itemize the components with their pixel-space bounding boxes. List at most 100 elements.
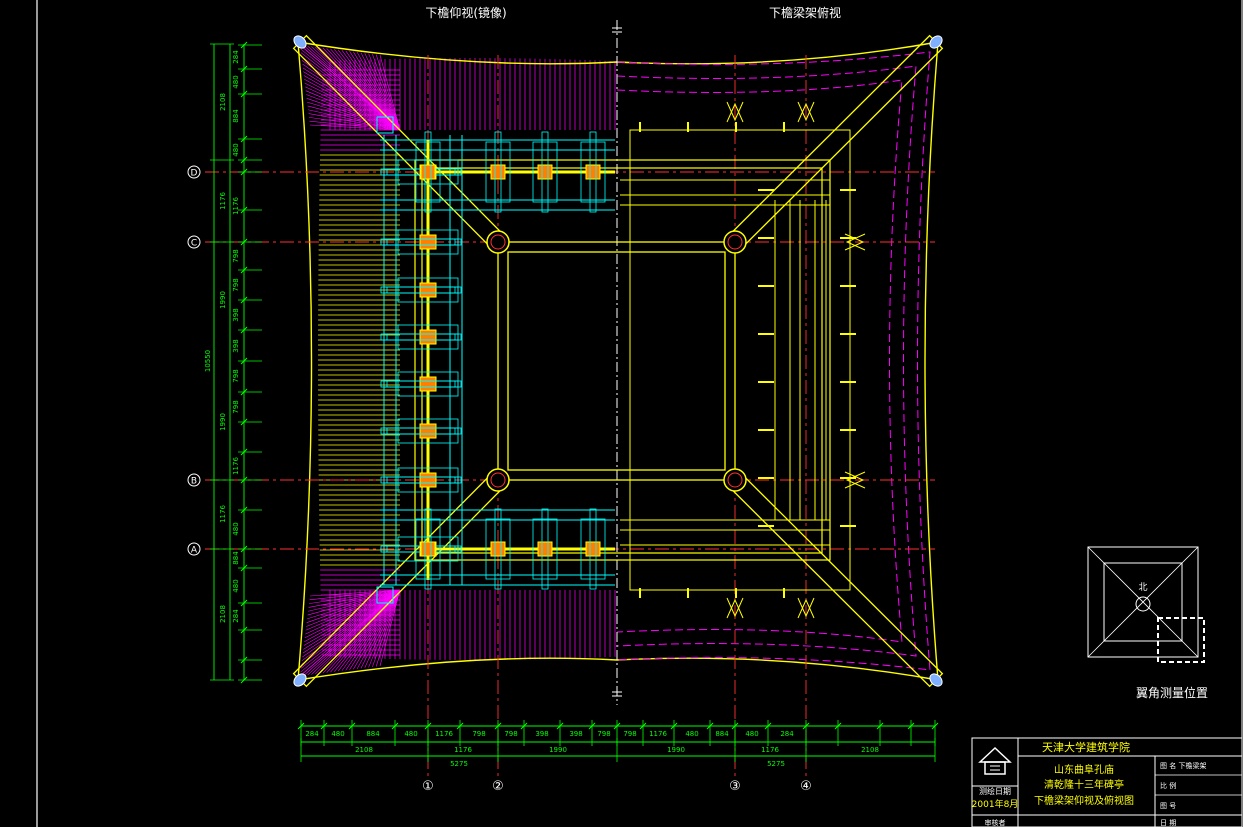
- dim-label: 480: [331, 730, 344, 738]
- grid-label-row: B: [191, 477, 197, 487]
- dim-label: 284: [232, 50, 240, 64]
- grid-label-row: D: [191, 169, 198, 179]
- tb-row-2: 比 例: [1160, 781, 1176, 790]
- grid-label-col: ②: [492, 779, 504, 794]
- dim-label: 1176: [649, 730, 667, 738]
- dim-label: 2108: [219, 605, 227, 623]
- dimension-layer: 2844808844801176798798398398798798117648…: [204, 41, 939, 768]
- dim-label: 2108: [861, 746, 879, 754]
- keyplan-north-mark: 北: [1138, 582, 1147, 593]
- bracket-block: [585, 164, 601, 180]
- dim-label: 398: [232, 308, 240, 321]
- dim-label: 798: [623, 730, 636, 738]
- title-block: 天津大学建筑学院 山东曲阜孔庙 清乾隆十三年碑亭 下檐梁架仰视及俯视图 测绘日期…: [971, 737, 1243, 827]
- sheet-title: 下檐梁架仰视及俯视图: [1034, 794, 1134, 807]
- dim-label: 1990: [219, 291, 227, 309]
- dim-label: 2108: [219, 93, 227, 111]
- dim-label: 480: [232, 522, 240, 535]
- dim-label: 1176: [761, 746, 779, 754]
- bracket-block: [419, 329, 437, 345]
- dim-label: 798: [232, 369, 240, 382]
- keyplan-north-circle: [1135, 596, 1151, 612]
- tb-bottom-label: 审核者: [985, 818, 1006, 827]
- dim-label-total: 5275: [767, 760, 785, 768]
- dim-label: 798: [232, 249, 240, 262]
- key-plan: 北 翼角测量位置: [1087, 546, 1208, 700]
- dim-label: 1176: [219, 192, 227, 210]
- dim-label: 480: [745, 730, 758, 738]
- bracket-block: [419, 423, 437, 439]
- outer-beam-frame: [421, 167, 823, 554]
- column: [486, 230, 510, 254]
- dim-label: 1176: [232, 197, 240, 215]
- dim-label: 398: [232, 339, 240, 352]
- hip-rafter: [292, 34, 506, 250]
- dim-label: 1176: [454, 746, 472, 754]
- dim-label: 480: [685, 730, 698, 738]
- dim-label: 480: [232, 143, 240, 156]
- dim-label: 798: [504, 730, 517, 738]
- eave-outline-top: [297, 41, 939, 65]
- bracket-arm: [380, 380, 456, 388]
- dim-label: 1990: [549, 746, 567, 754]
- tb-row-1: 图 名 下檐梁架: [1160, 761, 1206, 770]
- eave-dashed-outline: [616, 79, 903, 643]
- project-line-1: 山东曲阜孔庙: [1054, 763, 1114, 776]
- grid-label-col: ①: [422, 779, 434, 794]
- dim-label: 798: [232, 278, 240, 291]
- bracket-block: [419, 282, 437, 298]
- dim-label: 2108: [355, 746, 373, 754]
- column: [486, 468, 510, 492]
- bracket-block: [490, 541, 506, 557]
- bracket-block: [420, 164, 436, 180]
- view-title-left: 下檐仰视(镜像): [425, 5, 506, 20]
- cad-drawing: 下檐仰视(镜像) 下檐梁架俯视 284480884480117679879839…: [36, 0, 1243, 827]
- dim-label-total: 5275: [450, 760, 468, 768]
- dim-label: 798: [597, 730, 610, 738]
- bracket-block: [537, 164, 553, 180]
- dim-label: 1176: [435, 730, 453, 738]
- eave-dashed-outline: [616, 51, 931, 671]
- bracket-layer: [376, 116, 606, 604]
- column: [723, 230, 747, 254]
- rafter-layer: [297, 41, 939, 681]
- dim-label: 284: [780, 730, 794, 738]
- bracket-block: [490, 164, 506, 180]
- rafter-fan: [304, 79, 401, 131]
- eave-outline-left: [297, 41, 313, 681]
- dim-label: 480: [232, 75, 240, 88]
- column: [723, 468, 747, 492]
- grid-label-col: ③: [729, 779, 741, 794]
- grid-label-row: A: [191, 546, 198, 556]
- dim-label: 284: [305, 730, 319, 738]
- bracket-block: [419, 234, 437, 250]
- dim-label: 1176: [219, 505, 227, 523]
- dim-label: 1990: [667, 746, 685, 754]
- date-value: 2001年8月: [972, 798, 1019, 810]
- date-label: 测绘日期: [979, 786, 1011, 796]
- bracket-arm: [380, 427, 456, 435]
- dim-label: 1176: [232, 457, 240, 475]
- dim-label: 480: [404, 730, 417, 738]
- eave-outline-right: [924, 41, 939, 681]
- dim-label: 284: [232, 609, 240, 623]
- project-line-2: 清乾隆十三年碑亭: [1044, 778, 1124, 791]
- dim-label: 480: [232, 579, 240, 592]
- grid-label-col: ④: [800, 779, 812, 794]
- dim-label: 798: [472, 730, 485, 738]
- dim-label-total: 10550: [204, 350, 212, 372]
- bracket-block: [585, 541, 601, 557]
- hip-rafter: [727, 472, 944, 688]
- dim-label: 884: [366, 730, 380, 738]
- eave-dashed-outline: [616, 65, 917, 657]
- tb-row-4: 日 期: [1160, 819, 1176, 827]
- keyplan-label: 翼角测量位置: [1136, 685, 1208, 700]
- dim-label: 884: [232, 551, 240, 565]
- dim-label: 884: [715, 730, 729, 738]
- bracket-block: [419, 376, 437, 392]
- dim-label: 1990: [219, 413, 227, 431]
- bracket-block: [419, 472, 437, 488]
- dim-label: 398: [569, 730, 582, 738]
- dim-label: 398: [535, 730, 548, 738]
- right-outer-frame: [629, 129, 851, 591]
